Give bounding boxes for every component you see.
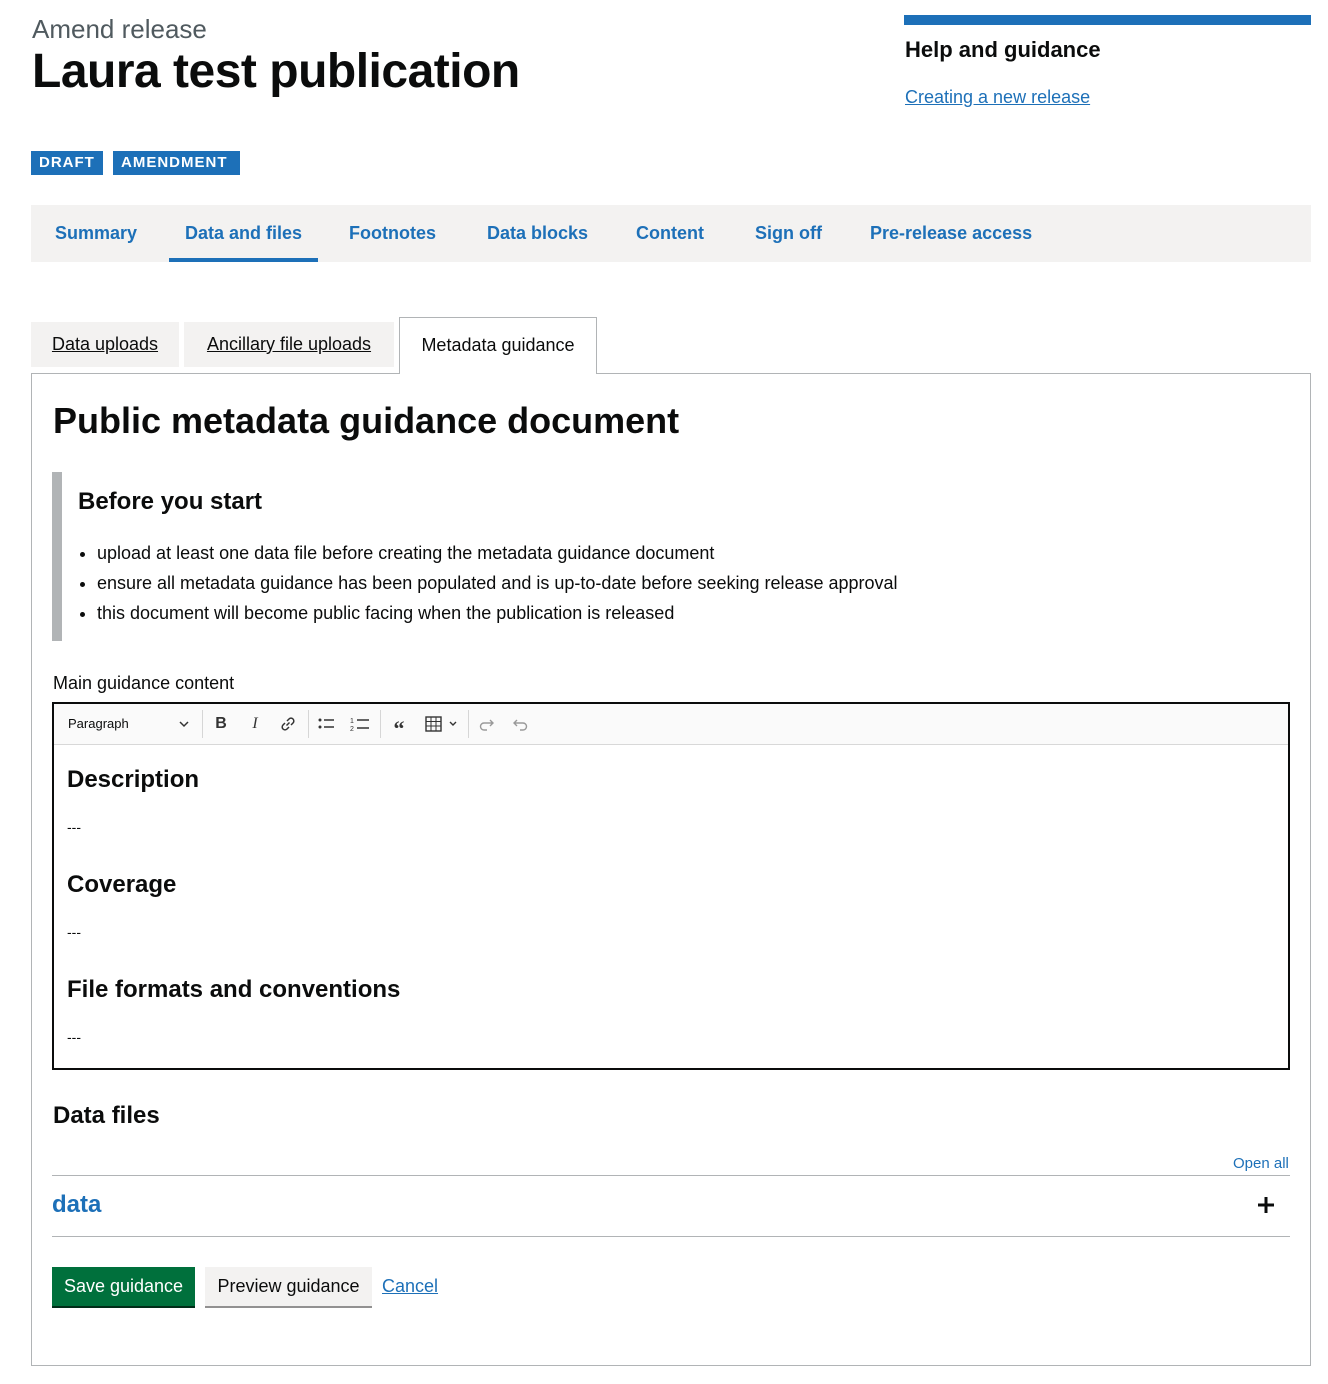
nav-item-sign-off[interactable]: Sign off [755,205,822,262]
format-select-value: Paragraph [68,716,129,731]
nav-item-footnotes[interactable]: Footnotes [349,205,436,262]
help-accent-bar [904,15,1311,25]
nav-item-content[interactable]: Content [636,205,704,262]
editor-label: Main guidance content [53,673,235,693]
editor-toolbar: Paragraph B I 12 “ [54,704,1288,745]
help-link-creating-release[interactable]: Creating a new release [905,87,1090,108]
section-heading-description: Description [67,766,200,793]
guidance-editor[interactable]: Paragraph B I 12 “ Description --- Cover… [52,702,1290,1070]
save-guidance-button[interactable]: Save guidance [52,1267,195,1306]
editor-content[interactable]: Description --- Coverage --- File format… [67,744,1275,1068]
bold-icon[interactable]: B [209,712,233,736]
list-item: upload at least one data file before cre… [97,538,898,568]
cancel-link[interactable]: Cancel [382,1276,438,1297]
release-nav: Summary Data and files Footnotes Data bl… [31,205,1311,262]
tab-data-uploads[interactable]: Data uploads [31,322,179,367]
section-body: --- [67,819,81,835]
panel-title: Public metadata guidance document [53,400,680,441]
inset-list: upload at least one data file before cre… [78,538,898,628]
toolbar-separator [380,710,381,738]
divider [52,1175,1290,1176]
status-badge-amendment: AMENDMENT [113,151,240,175]
status-badge-draft: DRAFT [31,151,103,175]
inset-border [52,472,62,641]
accordion-section-data[interactable]: data [52,1191,101,1219]
data-files-heading: Data files [53,1102,160,1129]
link-icon[interactable] [276,712,300,736]
section-body: --- [67,924,81,940]
section-heading-coverage: Coverage [67,871,177,898]
table-icon[interactable] [422,712,462,736]
nav-item-summary[interactable]: Summary [55,205,137,262]
tab-ancillary-file-uploads[interactable]: Ancillary file uploads [184,322,394,367]
bulleted-list-icon[interactable] [314,712,338,736]
open-all-button[interactable]: Open all [1233,1155,1289,1172]
plus-icon[interactable] [1256,1189,1276,1228]
help-title: Help and guidance [905,37,1101,62]
svg-text:2: 2 [350,726,354,733]
nav-item-data-and-files[interactable]: Data and files [168,205,319,262]
numbered-list-icon[interactable]: 12 [348,712,372,736]
svg-text:1: 1 [350,718,354,725]
divider [52,1236,1290,1237]
section-heading-file-formats: File formats and conventions [67,976,401,1003]
list-item: ensure all metadata guidance has been po… [97,568,898,598]
toolbar-separator [468,710,469,738]
nav-item-data-blocks[interactable]: Data blocks [487,205,588,262]
nav-item-pre-release-access[interactable]: Pre-release access [870,205,1032,262]
toolbar-separator [202,710,203,738]
blockquote-icon[interactable]: “ [387,712,411,741]
preview-guidance-button[interactable]: Preview guidance [205,1267,372,1306]
undo-icon[interactable] [508,712,532,736]
toolbar-separator [308,710,309,738]
section-body: --- [67,1029,81,1045]
italic-icon[interactable]: I [243,712,267,736]
list-item: this document will become public facing … [97,598,898,628]
inset-title: Before you start [78,488,263,515]
page-title: Laura test publication [32,45,520,98]
page-caption: Amend release [32,14,207,44]
redo-icon[interactable] [475,712,499,736]
tab-metadata-guidance[interactable]: Metadata guidance [399,317,597,374]
paragraph-format-select[interactable]: Paragraph [68,704,190,744]
